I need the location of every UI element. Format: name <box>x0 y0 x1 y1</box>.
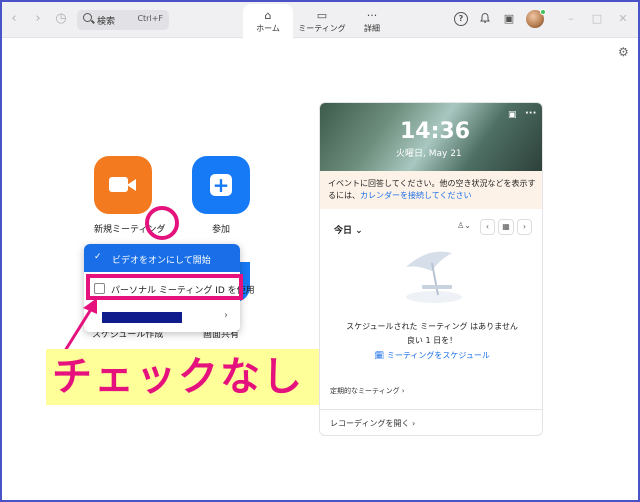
search-icon <box>83 13 92 22</box>
no-meetings-text: スケジュールされた ミーティング はありません <box>346 322 518 331</box>
join-button[interactable]: + <box>192 156 250 214</box>
top-bar: ‹ › ◷ 検索 Ctrl+F ⌂ ホーム ▭ ミーティング ··· 詳細 ? … <box>2 2 638 38</box>
clock-time: 14:36 <box>400 119 471 144</box>
tab-meetings[interactable]: ▭ ミーティング <box>296 4 348 38</box>
home-icon: ⌂ <box>264 9 272 22</box>
next-day-button[interactable]: › <box>517 219 532 235</box>
chevron-right-icon: › <box>224 310 228 321</box>
tab-meetings-label: ミーティング <box>298 24 346 33</box>
open-recordings-link[interactable]: レコーディングを開く › <box>330 418 415 429</box>
highlight-circle <box>145 206 179 240</box>
connect-calendar-link[interactable]: カレンダーを接続してください <box>360 191 472 200</box>
recurring-meetings-link[interactable]: 定期的なミーティング › <box>330 386 405 396</box>
maximize-button[interactable]: □ <box>590 12 604 26</box>
umbrella-illustration-icon <box>406 251 462 303</box>
plus-icon: + <box>210 174 232 196</box>
clock-date: 火曜日, May 21 <box>396 149 462 159</box>
search-input[interactable]: 検索 Ctrl+F <box>77 10 169 30</box>
back-icon[interactable]: ‹ <box>6 11 22 27</box>
calendar-icon[interactable]: ▣ <box>502 12 516 26</box>
menu-item-video-on[interactable]: ✓ ビデオをオンにして開始 <box>84 244 240 272</box>
tab-more-label: 詳細 <box>364 24 380 33</box>
schedule-meeting-label: ミーティングをスケジュール <box>386 351 490 360</box>
more-icon: ··· <box>366 9 378 22</box>
history-icon[interactable]: ◷ <box>53 11 69 27</box>
bell-icon[interactable] <box>478 12 492 26</box>
settings-gear-icon[interactable]: ⚙ <box>618 45 629 59</box>
menu-item-video-on-label: ビデオをオンにして開始 <box>112 256 211 266</box>
tab-more[interactable]: ··· 詳細 <box>350 4 394 38</box>
tab-home[interactable]: ⌂ ホーム <box>243 4 293 38</box>
forward-icon[interactable]: › <box>30 11 46 27</box>
divider <box>320 409 542 410</box>
search-placeholder: 検索 <box>97 17 116 27</box>
tab-home-label: ホーム <box>256 24 280 33</box>
video-icon: ▭ <box>316 9 328 22</box>
calendar-notice: イベントに回答してください。他の空き状況などを表示するには、カレンダーを接続して… <box>320 171 542 209</box>
calendar-picker-icon[interactable]: ▦ <box>498 219 514 235</box>
good-day-text: 良い 1 日を！ <box>406 336 458 345</box>
new-meeting-button[interactable] <box>94 156 152 214</box>
calendar-icon[interactable]: ▣ <box>508 110 517 120</box>
minimize-button[interactable]: – <box>564 12 578 26</box>
search-shortcut: Ctrl+F <box>137 14 163 23</box>
people-filter-icon[interactable]: ♙⌄ <box>452 219 476 235</box>
join-label: 参加 <box>212 225 231 235</box>
camera-icon <box>109 177 128 192</box>
prev-day-button[interactable]: ‹ <box>480 219 495 235</box>
annotation-text: チェックなし <box>52 354 304 400</box>
schedule-meeting-link[interactable]: 🗓 ミーティングをスケジュール <box>320 350 542 361</box>
close-button[interactable]: ✕ <box>616 12 630 26</box>
presence-status-dot <box>540 9 546 15</box>
check-icon: ✓ <box>94 252 102 262</box>
calendar-card: 14:36 火曜日, May 21 ▣ ··· イベントに回答してください。他の… <box>319 102 543 436</box>
today-selector[interactable]: 今日 ⌄ <box>334 223 363 236</box>
more-icon[interactable]: ··· <box>525 108 536 119</box>
help-icon[interactable]: ? <box>454 12 468 26</box>
